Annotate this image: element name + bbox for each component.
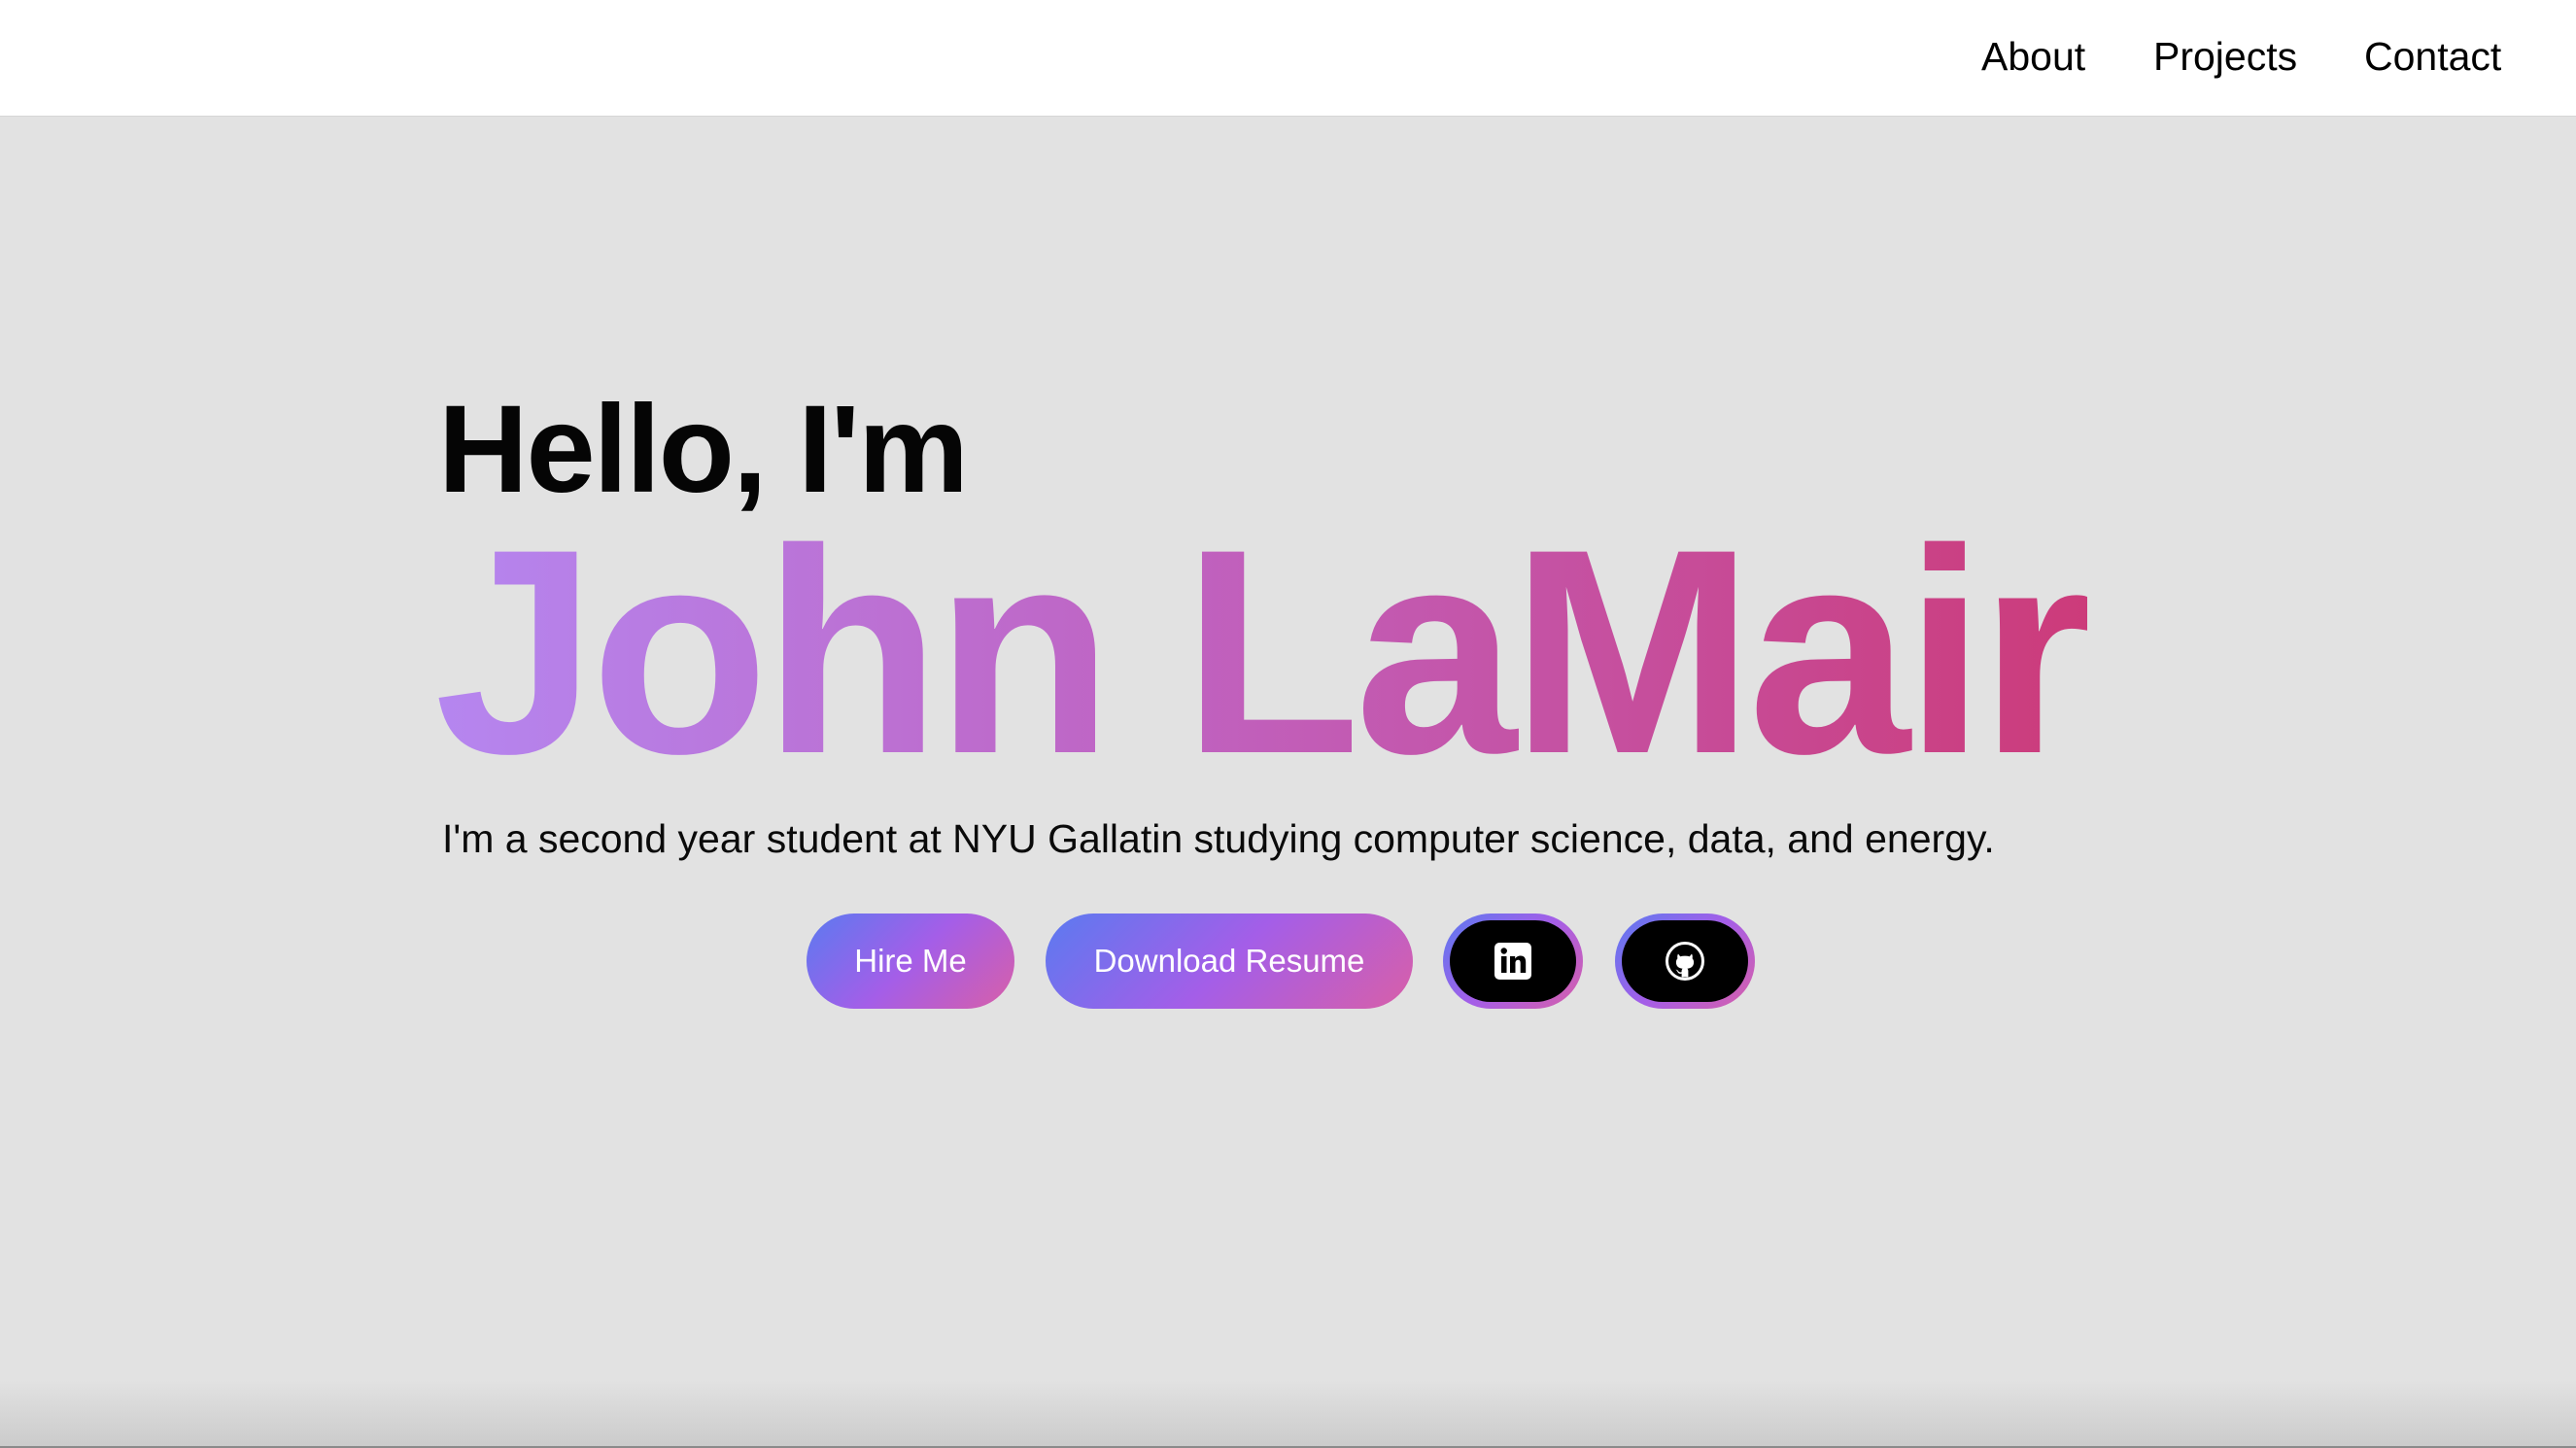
nav-link-about[interactable]: About: [1981, 31, 2085, 82]
linkedin-button-inner: [1450, 920, 1576, 1002]
download-resume-button[interactable]: Download Resume: [1046, 914, 1413, 1009]
nav-link-projects[interactable]: Projects: [2153, 31, 2297, 82]
hire-me-button[interactable]: Hire Me: [807, 914, 1014, 1009]
github-button-inner: [1622, 920, 1748, 1002]
hero-bio: I'm a second year student at NYU Gallati…: [442, 816, 1995, 861]
bottom-fade: [0, 1380, 2576, 1448]
linkedin-button[interactable]: [1443, 914, 1583, 1009]
linkedin-icon: [1494, 943, 1531, 980]
nav-link-contact[interactable]: Contact: [2364, 31, 2501, 82]
github-button[interactable]: [1615, 914, 1755, 1009]
hero-name: John LaMair: [434, 488, 2093, 814]
github-icon: [1666, 942, 1704, 981]
top-nav: About Projects Contact: [0, 0, 2576, 117]
